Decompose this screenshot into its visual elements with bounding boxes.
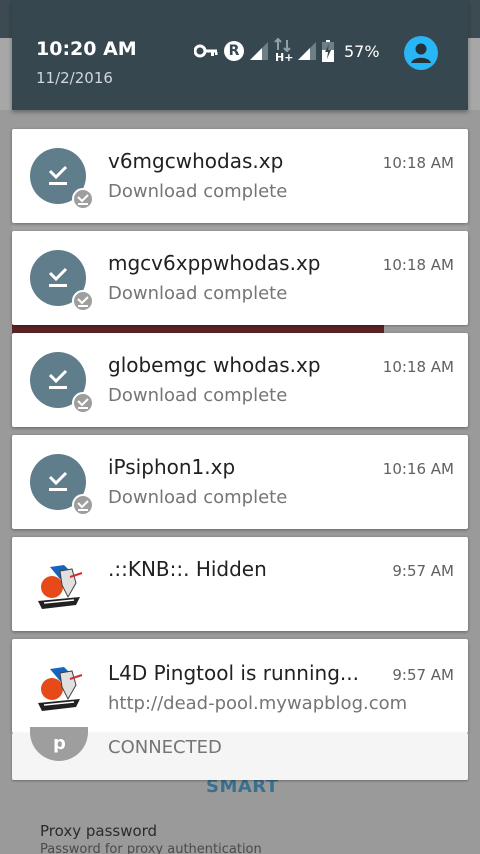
download-badge-icon <box>72 392 94 414</box>
proxy-password-subtitle: Password for proxy authentication <box>40 842 262 854</box>
network-type-label: H+ <box>275 51 294 64</box>
clock-time[interactable]: 10:20 AM <box>36 38 137 60</box>
notification-card[interactable]: L4D Pingtool is running... http://dead-p… <box>12 639 468 733</box>
notification-time: 9:57 AM <box>392 562 454 580</box>
notification-time: 10:18 AM <box>382 256 454 274</box>
vpn-key-icon <box>194 44 218 58</box>
notification-title: mgcv6xppwhodas.xp <box>108 251 321 275</box>
notification-title: v6mgcwhodas.xp <box>108 149 284 173</box>
data-activity-icon: H+ <box>274 38 294 64</box>
notification-card[interactable]: mgcv6xppwhodas.xp Download complete 10:1… <box>12 231 468 325</box>
signal-strength-icon <box>250 42 268 60</box>
notification-text: http://dead-pool.mywapblog.com <box>108 693 408 714</box>
notification-text: Download complete <box>108 385 288 406</box>
notification-shade-header: 10:20 AM 11/2/2016 R H+ 57% <box>12 0 468 110</box>
notification-title: iPsiphon1.xp <box>108 455 236 479</box>
status-icons: R H+ 57% <box>194 36 380 66</box>
notification-card[interactable]: iPsiphon1.xp Download complete 10:16 AM <box>12 435 468 529</box>
notification-title: .::KNB::. Hidden <box>108 557 267 581</box>
collapsed-notification-card[interactable]: p CONNECTED <box>12 727 468 780</box>
proxy-password-title: Proxy password <box>40 822 158 840</box>
notification-card[interactable]: .::KNB::. Hidden 9:57 AM <box>12 537 468 631</box>
notification-card[interactable]: globemgc whodas.xp Download complete 10:… <box>12 333 468 427</box>
roaming-icon: R <box>224 41 244 61</box>
download-badge-icon <box>72 494 94 516</box>
notification-time: 10:16 AM <box>382 460 454 478</box>
notification-title: globemgc whodas.xp <box>108 353 321 377</box>
signal-strength-icon-2 <box>298 42 316 60</box>
roaming-letter: R <box>228 43 240 59</box>
app-logo-icon <box>38 565 83 609</box>
notification-time: 9:57 AM <box>392 666 454 684</box>
date-label[interactable]: 11/2/2016 <box>36 69 113 87</box>
user-avatar-icon[interactable] <box>404 36 438 70</box>
battery-charging-icon <box>322 40 334 62</box>
notification-title: L4D Pingtool is running... <box>108 661 359 685</box>
notification-time: 10:18 AM <box>382 154 454 172</box>
notification-text: Download complete <box>108 181 288 202</box>
download-badge-icon <box>72 290 94 312</box>
app-logo-icon <box>38 667 83 711</box>
battery-percent: 57% <box>344 41 380 61</box>
notification-text: Download complete <box>108 283 288 304</box>
notification-card[interactable]: v6mgcwhodas.xp Download complete 10:18 A… <box>12 129 468 223</box>
download-badge-icon <box>72 188 94 210</box>
notification-text: Download complete <box>108 487 288 508</box>
connected-status: CONNECTED <box>108 737 222 758</box>
notification-time: 10:18 AM <box>382 358 454 376</box>
psiphon-icon: p <box>30 727 88 761</box>
